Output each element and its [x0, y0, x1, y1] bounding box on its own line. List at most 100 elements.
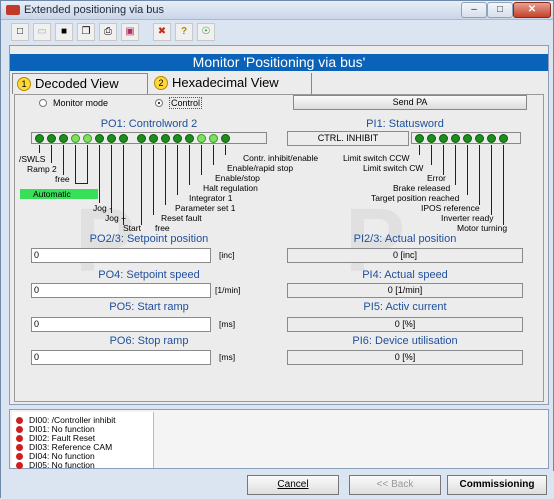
led-bit2[interactable] [197, 134, 206, 143]
title-bar: Extended positioning via bus – □ ✕ [1, 1, 553, 20]
label-ramp2: Ramp 2 [27, 164, 57, 174]
pi1-title: PI1: Statusword [366, 118, 444, 130]
back-button[interactable]: << Back [349, 475, 441, 495]
send-pa-button[interactable]: Send PA [293, 95, 527, 110]
led-bit4[interactable] [173, 134, 182, 143]
commissioning-button[interactable]: Commissioning [447, 475, 547, 495]
copy-icon[interactable]: ❐ [77, 23, 95, 41]
list-item: DI02: Fault Reset [16, 434, 95, 442]
tab-hexadecimal-view[interactable]: 2 Hexadecimal View [150, 73, 312, 94]
led-bit10[interactable] [95, 134, 104, 143]
led-bit1[interactable] [209, 134, 218, 143]
connector-line [51, 145, 52, 163]
connector-line [189, 145, 190, 185]
connector-line [141, 145, 142, 225]
setpoint-speed-input[interactable]: 0 [31, 283, 211, 298]
label-free: free [155, 223, 170, 233]
connector-line [87, 145, 88, 183]
monitor-mode-radio[interactable]: Monitor mode [39, 97, 108, 109]
led-bit7[interactable] [137, 134, 146, 143]
label-jog-plus: Jog + [105, 213, 127, 223]
window-title: Extended positioning via bus [24, 4, 165, 16]
led-bit5 [439, 134, 448, 143]
led-bit13[interactable] [59, 134, 68, 143]
start-ramp-unit: [ms] [219, 319, 236, 329]
label-enable-stop: Enable/stop [215, 173, 260, 183]
led-bit6[interactable] [149, 134, 158, 143]
maximize-button[interactable]: □ [487, 2, 513, 18]
led-bit12[interactable] [71, 134, 80, 143]
label-ipos-reference: IPOS reference [421, 203, 480, 213]
led-bit14[interactable] [47, 134, 56, 143]
po5-title: PO5: Start ramp [109, 301, 189, 313]
close-button[interactable]: ✕ [513, 2, 551, 18]
led-bit15[interactable] [35, 134, 44, 143]
connector-line [443, 145, 444, 175]
setpoint-position-input[interactable]: 0 [31, 248, 211, 263]
pi1-state-display: CTRL. INHIBIT [287, 131, 409, 146]
input-state-icon [16, 435, 23, 442]
new-file-icon[interactable]: □ [11, 23, 29, 41]
connector-line [503, 145, 504, 225]
save-icon[interactable]: ■ [55, 23, 73, 41]
led-bit0[interactable] [221, 134, 230, 143]
input-state-icon [16, 426, 23, 433]
footer: Cancel << Back Commissioning [1, 471, 554, 499]
start-ramp-input[interactable]: 0 [31, 317, 211, 332]
pi1-led-row [411, 132, 521, 144]
device-icon[interactable]: ▣ [121, 23, 139, 41]
connector-line [99, 145, 100, 203]
led-bit2 [475, 134, 484, 143]
stop-ramp-input[interactable]: 0 [31, 350, 211, 365]
input-state-icon [16, 417, 23, 424]
connector-line [177, 145, 178, 195]
setpoint-position-unit: [inc] [219, 250, 235, 260]
input-state-icon [16, 453, 23, 460]
connector-line [201, 145, 202, 175]
radio-label: Monitor mode [53, 98, 109, 108]
led-bit6 [427, 134, 436, 143]
label-error: Error [427, 173, 446, 183]
input-state-icon [16, 462, 23, 469]
connector-line [75, 183, 88, 184]
device-utilisation-display: 0 [%] [287, 350, 523, 365]
list-item: DI01: No function [16, 425, 95, 433]
led-bit3[interactable] [185, 134, 194, 143]
connector-line [431, 145, 432, 165]
label-contr-inhibit: Contr. inhibit/enable [243, 153, 319, 163]
list-item: DI03: Reference CAM [16, 443, 112, 451]
cancel-button[interactable]: Cancel [247, 475, 339, 495]
led-bit8[interactable] [119, 134, 128, 143]
led-bit5[interactable] [161, 134, 170, 143]
setpoint-speed-unit: [1/min] [215, 285, 241, 295]
connector-line [75, 145, 76, 183]
help-icon[interactable]: ? [175, 23, 193, 41]
open-file-icon[interactable]: ▭ [33, 23, 51, 41]
tab-decoded-view[interactable]: 1 Decoded View [12, 73, 148, 94]
po1-title: PO1: Controlword 2 [100, 118, 198, 130]
toolbar: □ ▭ ■ ❐ ⎙ ▣ ✖ ? ☉ [9, 23, 549, 43]
stop-ramp-unit: [ms] [219, 352, 236, 362]
automatic-indicator: Automatic [20, 189, 98, 199]
po23-title: PO2/3: Setpoint position [89, 233, 209, 245]
led-bit1 [487, 134, 496, 143]
connector-line [491, 145, 492, 215]
info-icon[interactable]: ☉ [197, 23, 215, 41]
label-inverter-ready: Inverter ready [441, 213, 494, 223]
label-target-position: Target position reached [371, 193, 460, 203]
monitor-content: Monitor 'Positioning via bus' 1 Decoded … [9, 45, 549, 405]
monitor-title: Monitor 'Positioning via bus' [10, 54, 548, 71]
stop-icon[interactable]: ✖ [153, 23, 171, 41]
print-icon[interactable]: ⎙ [99, 23, 117, 41]
label-free: free [55, 174, 70, 184]
minimize-button[interactable]: – [461, 2, 487, 18]
digital-inputs-panel: DI00: /Controller inhibit DI01: No funct… [9, 409, 549, 469]
led-bit9[interactable] [107, 134, 116, 143]
control-radio[interactable]: Control [155, 97, 203, 109]
led-bit11[interactable] [83, 134, 92, 143]
label-reset-fault: Reset fault [161, 213, 202, 223]
connector-line [455, 145, 456, 185]
po4-title: PO4: Setpoint speed [98, 269, 200, 281]
pi5-title: PI5: Activ current [363, 301, 447, 313]
list-item: DI05: No function [16, 461, 95, 469]
